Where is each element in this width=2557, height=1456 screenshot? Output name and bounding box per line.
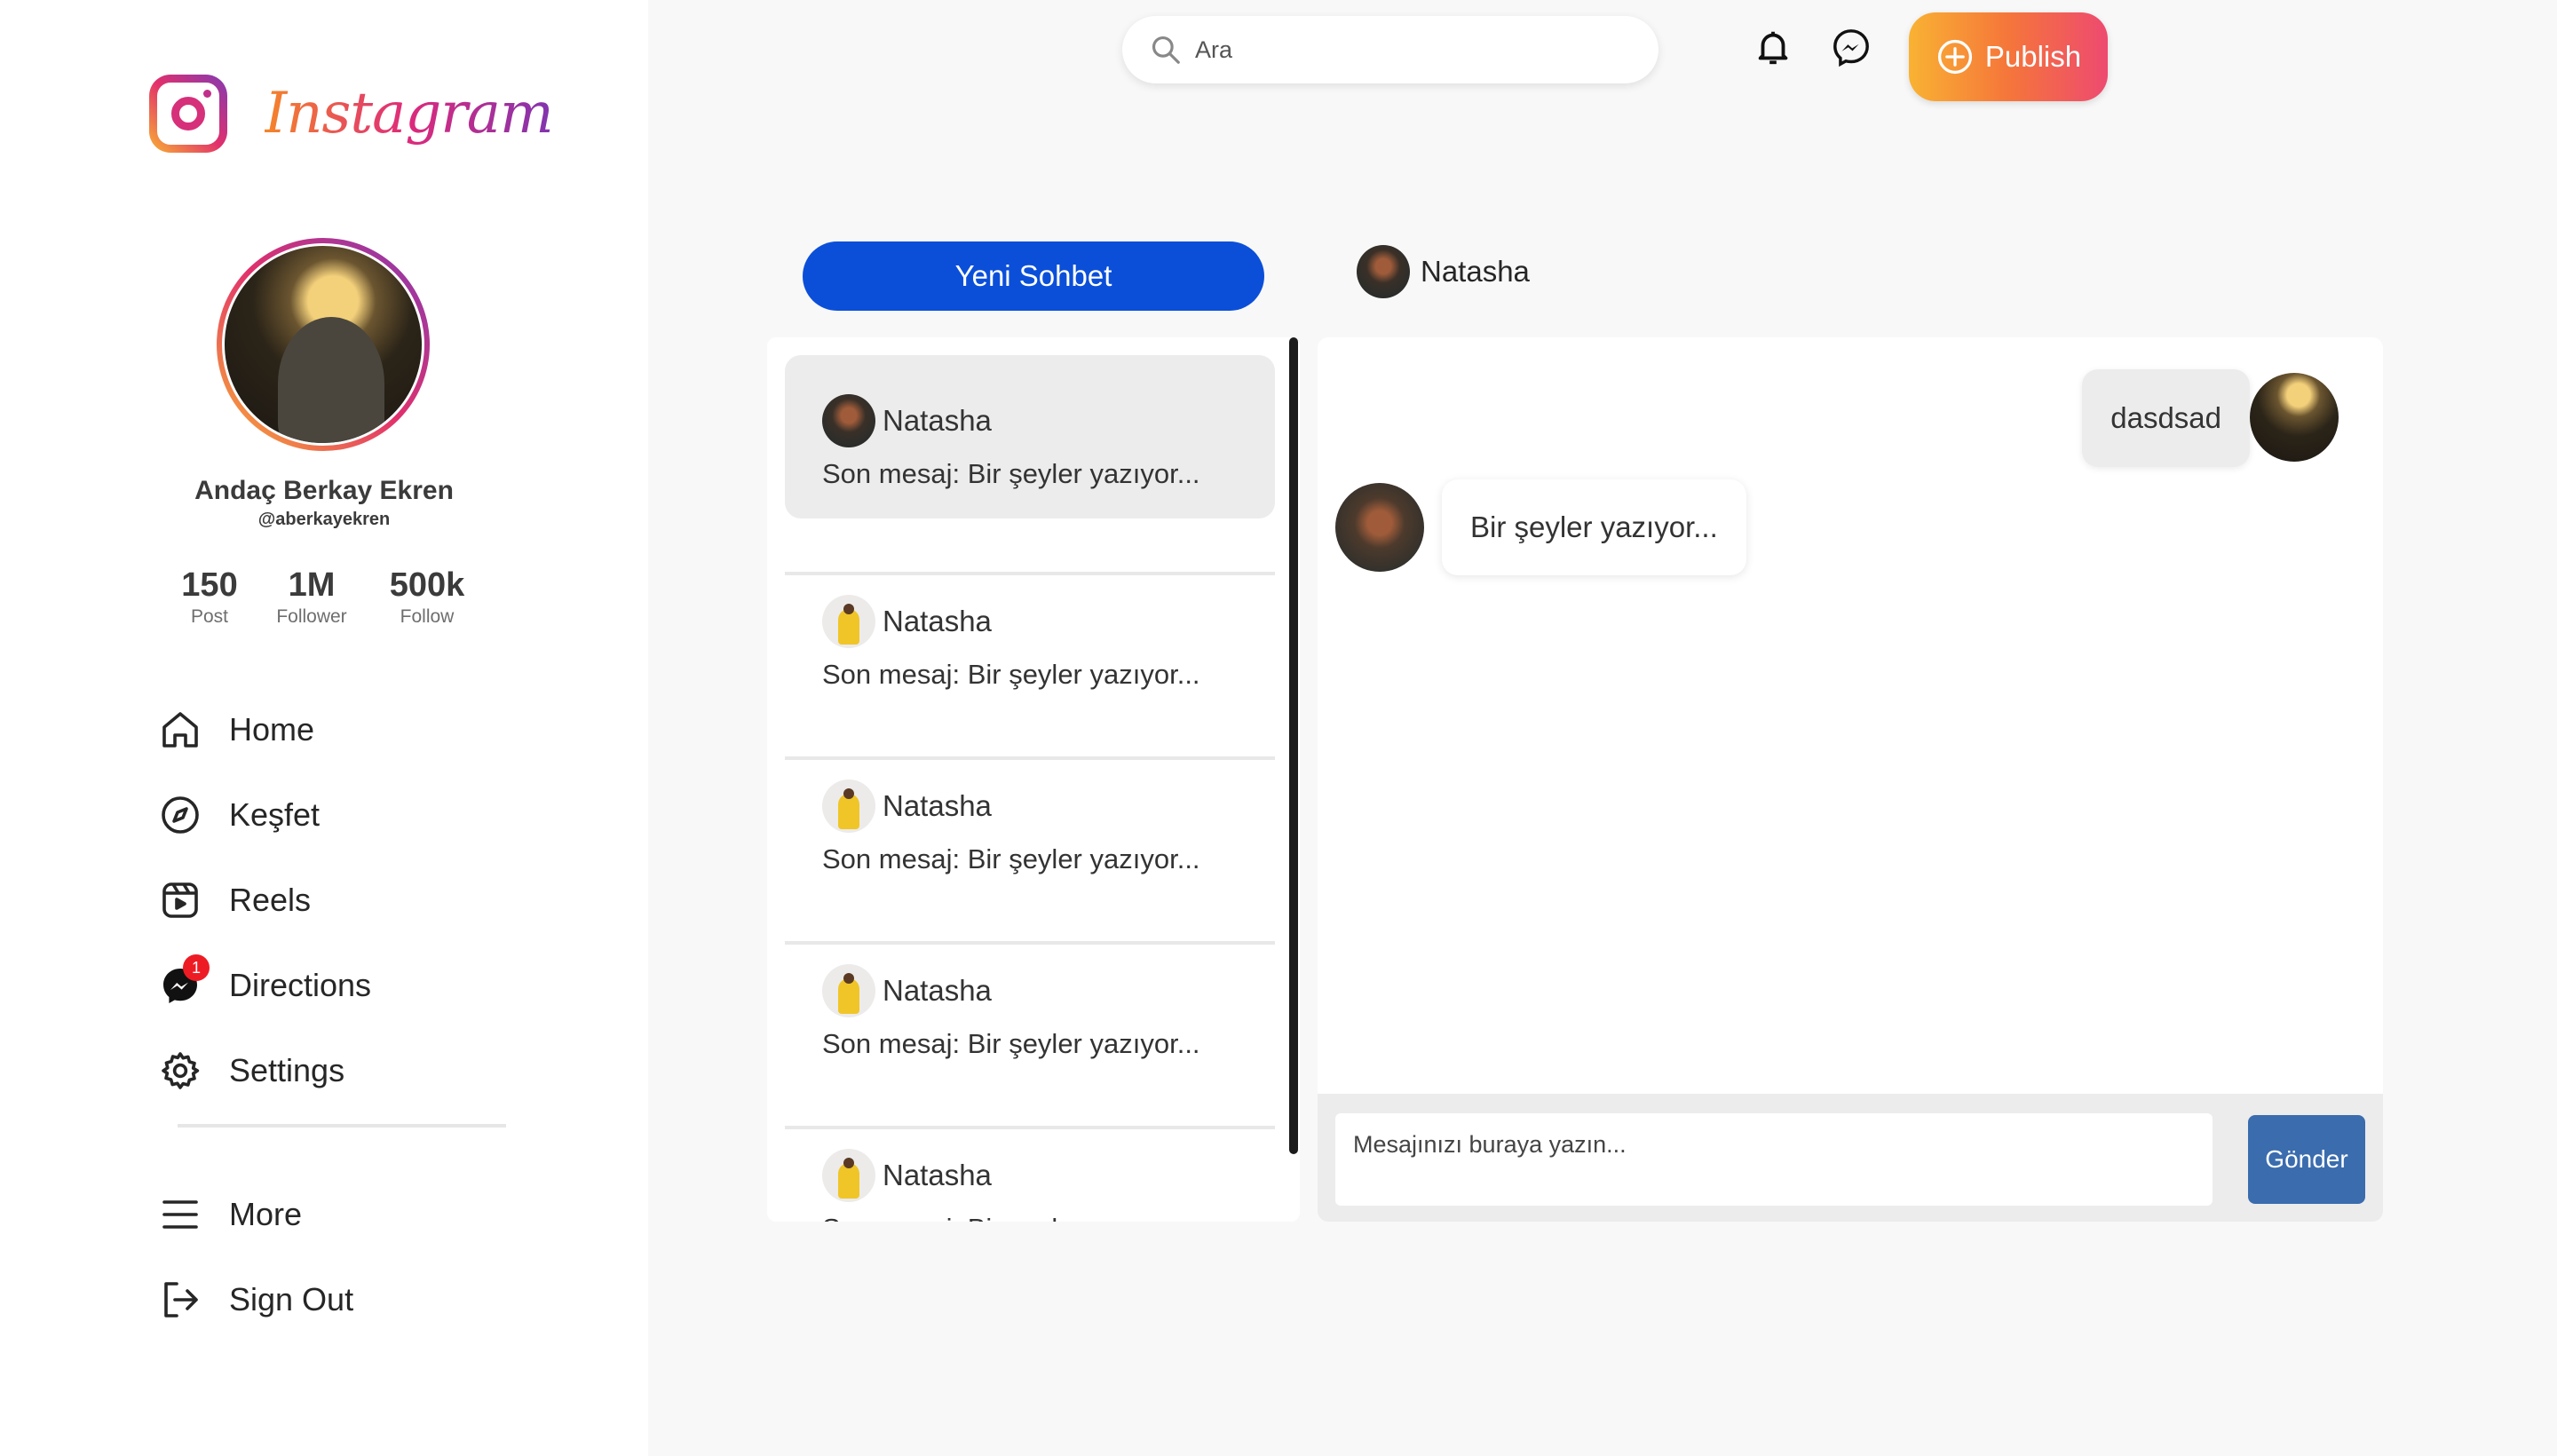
nav-item-label: Settings: [229, 1052, 345, 1088]
avatar: [822, 1149, 875, 1202]
chat-list-item[interactable]: Natasha Son mesaj: Bir şeyler yazıyor...: [785, 925, 1275, 1088]
message-bubble-incoming: Bir şeyler yazıyor...: [1442, 479, 1746, 575]
logo-wordmark: Instagram: [265, 81, 554, 146]
logo[interactable]: Instagram: [149, 75, 554, 153]
nav-item-label: Reels: [229, 882, 312, 918]
stat-following[interactable]: 500k Follow: [369, 566, 485, 628]
chat-list-item[interactable]: Natasha Son mesaj: Bir şeyler yazıyor...: [785, 1110, 1275, 1222]
message-composer: Gönder: [1318, 1094, 2383, 1222]
avatar: [1335, 483, 1424, 572]
chat-list-item[interactable]: Natasha Son mesaj: Bir şeyler yazıyor...: [785, 740, 1275, 904]
messenger-icon[interactable]: [1831, 27, 1872, 67]
stat-posts[interactable]: 150 Post: [165, 566, 254, 628]
chat-last-message: Son mesaj: Bir şeyler yazıyor...: [822, 843, 1200, 874]
gear-icon: [158, 1048, 202, 1093]
chat-list-scrollbar[interactable]: [1289, 337, 1298, 1154]
chat-list: Natasha Son mesaj: Bir şeyler yazıyor...…: [767, 337, 1300, 1222]
avatar: [822, 394, 875, 447]
stat-followers[interactable]: 1M Follower: [254, 566, 369, 628]
menu-icon: [158, 1192, 202, 1237]
nav-item-settings[interactable]: Settings: [158, 1028, 371, 1113]
nav-item-home[interactable]: Home: [158, 687, 371, 772]
chat-contact-name: Natasha: [883, 974, 992, 1007]
nav-item-label: Home: [229, 711, 315, 748]
search-icon: [1152, 36, 1180, 64]
profile-stats: 150 Post 1M Follower 500k Follow: [165, 566, 485, 628]
profile-handle: @aberkayekren: [257, 510, 391, 529]
messenger-icon: 1: [158, 954, 210, 1008]
sidebar: Instagram Andaç Berkay Ekren @aberkayekr…: [0, 0, 648, 1456]
nav-item-label: Directions: [229, 967, 372, 1003]
chat-contact-name: Natasha: [883, 605, 992, 637]
main-nav: Home Keşfet Reels 1 Directions Settings: [158, 687, 371, 1113]
nav-item-sign-out[interactable]: Sign Out: [158, 1257, 353, 1342]
publish-button[interactable]: Publish: [1909, 12, 2108, 101]
bell-icon[interactable]: [1753, 27, 1793, 67]
conversation-panel: dasdsad Bir şeyler yazıyor... Gönder: [1318, 337, 2383, 1222]
nav-item-label: Sign Out: [229, 1281, 354, 1318]
nav-item-directions[interactable]: 1 Directions: [158, 943, 371, 1028]
avatar: [822, 595, 875, 648]
nav-item-reels[interactable]: Reels: [158, 858, 371, 943]
nav-item-more[interactable]: More: [158, 1172, 353, 1257]
chat-contact-name: Natasha: [883, 404, 992, 437]
message-bubble-outgoing: dasdsad: [2082, 369, 2250, 467]
chat-contact-name: Natasha: [883, 1159, 992, 1191]
avatar: [822, 779, 875, 833]
nav-item-explore[interactable]: Keşfet: [158, 772, 371, 858]
stat-label: Follow: [400, 606, 455, 627]
notification-badge: 1: [183, 954, 210, 981]
reels-icon: [158, 878, 202, 922]
sidebar-divider: [178, 1124, 506, 1128]
stat-value: 500k: [389, 566, 465, 604]
profile-name: Andaç Berkay Ekren: [194, 476, 454, 505]
avatar: [2250, 373, 2339, 462]
new-chat-button[interactable]: Yeni Sohbet: [803, 241, 1264, 311]
sign-out-icon: [158, 1278, 202, 1322]
message-input[interactable]: [1335, 1113, 2213, 1206]
chat-last-message: Son mesaj: Bir şeyler yazıyor...: [822, 1028, 1200, 1059]
conversation-header[interactable]: Natasha: [1357, 245, 1530, 298]
search-input[interactable]: [1195, 36, 1621, 64]
home-icon: [158, 708, 202, 752]
chat-list-item[interactable]: Natasha Son mesaj: Bir şeyler yazıyor...: [785, 556, 1275, 719]
plus-circle-icon: [1937, 39, 1972, 75]
publish-label: Publish: [1984, 40, 2082, 73]
chat-last-message: Son mesaj: Bir şeyler yazıyor...: [822, 1213, 1200, 1222]
search-bar[interactable]: [1122, 16, 1658, 83]
nav-item-label: Keşfet: [229, 796, 321, 833]
conversation-contact-name: Natasha: [1421, 255, 1530, 288]
chat-list-item[interactable]: Natasha Son mesaj: Bir şeyler yazıyor...: [785, 355, 1275, 518]
stat-value: 1M: [288, 566, 336, 604]
instagram-logo-icon: [149, 75, 227, 153]
stat-value: 150: [181, 566, 238, 604]
chat-last-message: Son mesaj: Bir şeyler yazıyor...: [822, 659, 1200, 690]
profile-avatar[interactable]: [217, 238, 430, 451]
avatar: [822, 964, 875, 1017]
compass-icon: [158, 793, 202, 837]
send-button[interactable]: Gönder: [2248, 1115, 2365, 1204]
secondary-nav: More Sign Out: [158, 1172, 353, 1342]
nav-item-label: More: [229, 1196, 303, 1232]
stat-label: Follower: [276, 606, 347, 627]
avatar: [1357, 245, 1410, 298]
chat-last-message: Son mesaj: Bir şeyler yazıyor...: [822, 458, 1200, 489]
chat-contact-name: Natasha: [883, 789, 992, 822]
stat-label: Post: [190, 606, 229, 627]
